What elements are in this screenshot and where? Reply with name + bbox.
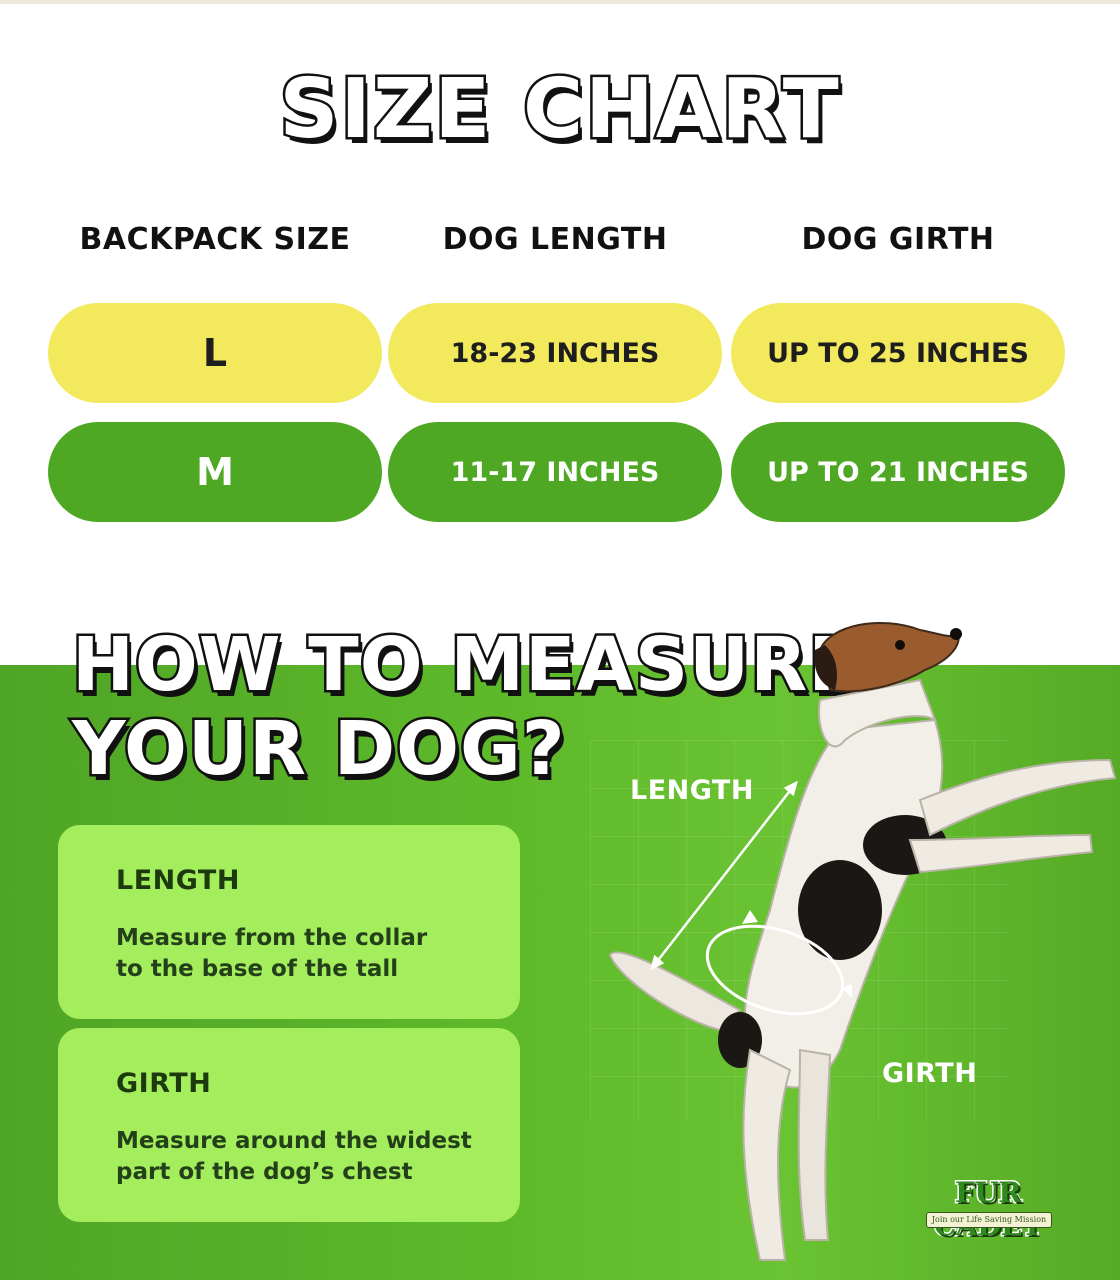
size-l-length-cell: 18-23 INCHES <box>388 303 722 403</box>
dog-girth-label: GIRTH <box>882 1058 978 1089</box>
size-m-cell: M <box>48 422 382 522</box>
length-card: LENGTH Measure from the collar to the ba… <box>58 825 520 1019</box>
dog-spot-1 <box>798 860 882 960</box>
length-card-line1: Measure from the collar <box>116 925 428 951</box>
girth-card-title: GIRTH <box>116 1068 212 1099</box>
header-dog-length: DOG LENGTH <box>442 222 668 257</box>
top-divider <box>0 0 1120 4</box>
dog-length-label: LENGTH <box>630 775 754 806</box>
fur-cadet-logo: FUR CADET Join our Life Saving Mission <box>912 1175 1064 1244</box>
girth-card-text: Measure around the widest part of the do… <box>116 1126 496 1188</box>
dog-eye <box>895 640 905 650</box>
header-dog-girth: DOG GIRTH <box>801 222 995 257</box>
length-card-title: LENGTH <box>116 865 240 896</box>
dog-hind-leg-1 <box>742 1048 792 1261</box>
dog-front-leg-2 <box>908 833 1094 874</box>
dog-tail <box>608 951 742 1032</box>
header-backpack-size: BACKPACK SIZE <box>79 222 351 257</box>
brand-name: FUR CADET <box>933 1175 1044 1244</box>
girth-card-line1: Measure around the widest <box>116 1128 472 1154</box>
dog-nose <box>950 628 962 640</box>
size-l-cell: L <box>48 303 382 403</box>
size-l-girth-cell: UP TO 25 INCHES <box>731 303 1065 403</box>
brand-tagline: Join our Life Saving Mission <box>926 1212 1052 1228</box>
howto-heading-line2: YOUR DOG? <box>70 704 568 795</box>
dog-head <box>818 622 960 693</box>
length-card-line2: to the base of the tall <box>116 956 399 982</box>
size-m-girth-cell: UP TO 21 INCHES <box>731 422 1065 522</box>
length-card-text: Measure from the collar to the base of t… <box>116 923 496 985</box>
page-title: SIZE CHART <box>277 60 841 160</box>
girth-card: GIRTH Measure around the widest part of … <box>58 1028 520 1222</box>
dog-front-leg-1 <box>918 758 1117 837</box>
girth-card-line2: part of the dog’s chest <box>116 1159 413 1185</box>
size-m-length-cell: 11-17 INCHES <box>388 422 722 522</box>
dog-hind-leg-2 <box>797 1048 832 1241</box>
